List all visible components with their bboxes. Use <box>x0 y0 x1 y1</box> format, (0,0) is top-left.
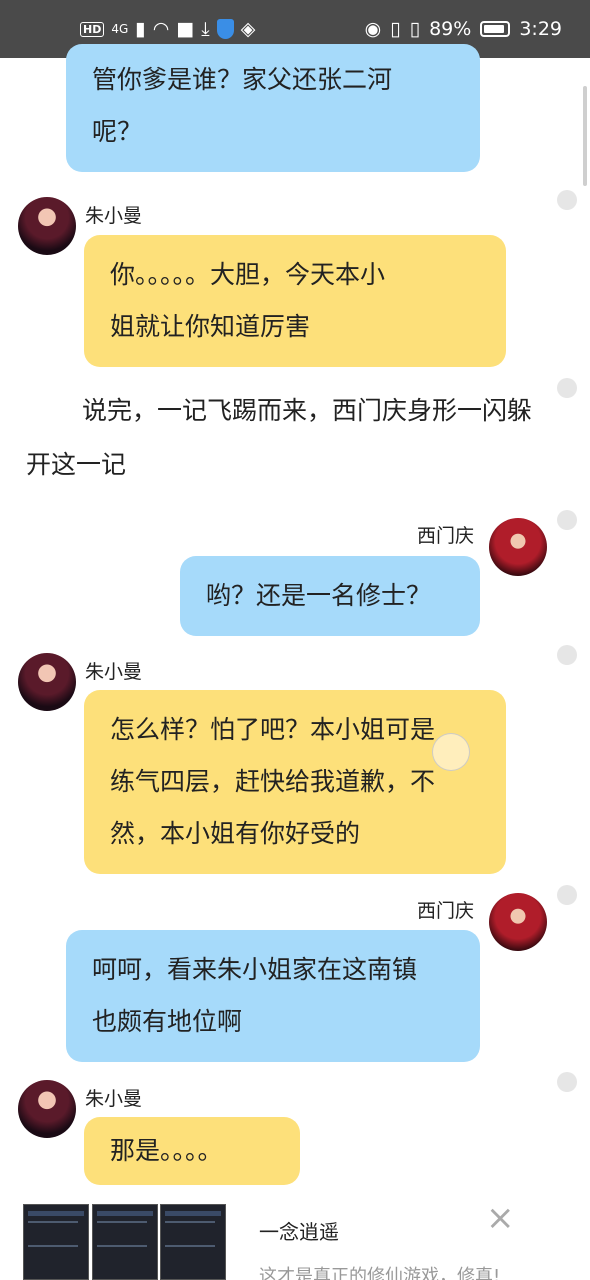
avatar[interactable] <box>489 518 547 576</box>
shield-icon <box>216 19 234 39</box>
ad-thumbnail[interactable] <box>23 1204 89 1280</box>
read-indicator <box>557 510 577 530</box>
message-bubble[interactable]: 哟？还是一名修士？ <box>180 556 480 636</box>
download-icon: ⤓ <box>201 18 210 40</box>
read-indicator <box>557 1072 577 1092</box>
hd-badge: HD <box>80 21 105 37</box>
wifi-icon: ◠ <box>152 18 170 40</box>
network-type: 4G <box>111 22 129 36</box>
avatar[interactable] <box>489 893 547 951</box>
read-indicator <box>557 885 577 905</box>
avatar[interactable] <box>18 197 76 255</box>
close-icon[interactable]: × <box>486 1198 515 1238</box>
sender-name: 朱小曼 <box>85 1088 143 1110</box>
vibrate-icon: ▯ <box>409 18 421 40</box>
message-bubble[interactable]: 你。。。。。大胆，今天本小 姐就让你知道厉害 <box>84 235 506 367</box>
ad-thumbnail[interactable] <box>160 1204 226 1280</box>
eye-icon: ◉ <box>364 18 382 40</box>
battery-icon <box>480 21 511 37</box>
touch-indicator <box>432 733 470 771</box>
mic-icon: ▯ <box>390 18 401 40</box>
privacy-icon: ◈ <box>240 18 256 40</box>
message-bubble[interactable]: 怎么样？怕了吧？本小姐可是 练气四层，赶快给我道歉，不 然，本小姐有你好受的 <box>84 690 506 874</box>
ad-title[interactable]: 一念逍遥 <box>259 1216 339 1245</box>
scrollbar[interactable] <box>583 86 587 186</box>
ad-thumbnail[interactable] <box>92 1204 158 1280</box>
battery-percent: 89% <box>429 18 472 40</box>
read-indicator <box>557 378 577 398</box>
clock: 3:29 <box>519 18 562 40</box>
sender-name: 朱小曼 <box>85 661 143 683</box>
sender-name: 西门庆 <box>417 525 475 547</box>
narration-text: 说完，一记飞踢而来，西门庆身形一闪躲开这一记 <box>26 396 533 479</box>
avatar[interactable] <box>18 653 76 711</box>
read-indicator <box>557 190 577 210</box>
message-bubble[interactable]: 那是。。。。 <box>84 1117 300 1185</box>
video-icon: ■ <box>176 18 195 40</box>
message-bubble[interactable]: 呵呵，看来朱小姐家在这南镇 也颇有地位啊 <box>66 930 480 1062</box>
sender-name: 西门庆 <box>417 900 475 922</box>
message-bubble[interactable]: 管你爹是谁？家父还张二河 呢？ <box>66 44 480 172</box>
ad-banner[interactable]: 一念逍遥 这才是真正的修仙游戏，修真! × <box>0 1198 590 1280</box>
avatar[interactable] <box>18 1080 76 1138</box>
signal-icon: ▮ <box>135 18 146 40</box>
ad-subtitle[interactable]: 这才是真正的修仙游戏，修真! <box>259 1262 500 1280</box>
read-indicator <box>557 645 577 665</box>
sender-name: 朱小曼 <box>85 205 143 227</box>
